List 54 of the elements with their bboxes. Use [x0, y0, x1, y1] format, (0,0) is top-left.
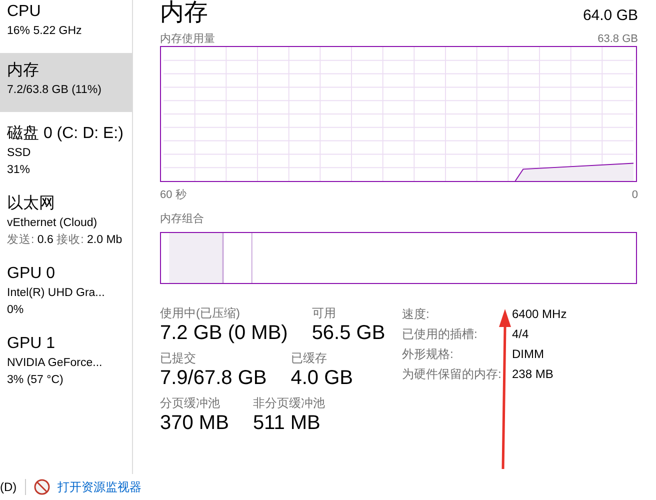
- stat-value: 4.0 GB: [290, 366, 354, 390]
- sidebar-item[interactable]: 磁盘 0 (C: D: E:) SSD 31%: [0, 122, 132, 182]
- item-detail: 31%: [7, 163, 32, 178]
- page-title: 内存: [160, 0, 208, 26]
- stat-value: 7.2 GB (0 MB): [160, 321, 288, 345]
- item-title: 以太网: [7, 194, 56, 214]
- stat-label: 使用中(已压缩): [160, 306, 241, 321]
- sidebar-item[interactable]: GPU 0 Intel(R) UHD Gra... 0%: [0, 262, 132, 322]
- receive-label: 接收:: [56, 234, 84, 246]
- chart-max: 63.8 GB: [598, 32, 638, 46]
- receive-value: 2.0 Mb: [87, 234, 122, 246]
- composition-label: 内存组合: [160, 212, 204, 226]
- total-memory: 64.0 GB: [582, 7, 638, 24]
- send-value: 0.6: [37, 234, 54, 246]
- axis-end: 0: [632, 188, 638, 202]
- stat-value: 7.9/67.8 GB: [160, 366, 267, 390]
- stat-label: 非分页缓冲池: [252, 396, 325, 411]
- sidebar-item[interactable]: 内存 7.2/63.8 GB (11%): [0, 53, 132, 112]
- item-detail: Intel(R) UHD Gra...: [7, 286, 106, 301]
- detail-value: 6400 MHz: [512, 306, 567, 322]
- detail-label: 为硬件保留的内存:: [402, 366, 502, 382]
- item-title: 内存: [7, 61, 40, 81]
- stat-value: 370 MB: [160, 411, 229, 435]
- item-detail: NVIDIA GeForce...: [7, 356, 104, 371]
- resource-monitor-link[interactable]: 打开资源监视器: [58, 478, 142, 496]
- item-detail: 0%: [7, 303, 25, 318]
- sidebar-item[interactable]: CPU 16% 5.22 GHz: [0, 0, 132, 43]
- chart-label: 内存使用量: [160, 32, 215, 46]
- sidebar-item[interactable]: GPU 1 NVIDIA GeForce... 3% (57 °C): [0, 332, 132, 392]
- item-detail: 3% (57 °C): [7, 373, 64, 388]
- item-title: GPU 1: [7, 334, 56, 354]
- detail-value: 4/4: [512, 326, 530, 342]
- fewer-details-button[interactable]: (D): [0, 480, 17, 494]
- item-detail: 16% 5.22 GHz: [7, 24, 83, 39]
- item-title: GPU 0: [7, 264, 56, 284]
- sidebar-item[interactable]: 以太网 vEthernet (Cloud) 发送: 0.6 接收: 2.0 Mb: [0, 192, 132, 252]
- axis-start: 60 秒: [160, 188, 186, 202]
- item-title: 磁盘 0 (C: D: E:): [7, 124, 124, 144]
- detail-value: 238 MB: [512, 366, 554, 382]
- stat-label: 已缓存: [290, 351, 328, 366]
- item-detail: 7.2/63.8 GB (11%): [7, 83, 102, 98]
- item-detail: SSD: [7, 146, 32, 161]
- item-detail: vEthernet (Cloud): [7, 216, 98, 231]
- stat-value: 56.5 GB: [312, 321, 386, 345]
- detail-value: DIMM: [512, 346, 545, 362]
- stat-label: 已提交: [160, 351, 197, 366]
- stat-label: 可用: [312, 306, 337, 321]
- send-label: 发送:: [7, 234, 34, 246]
- stat-value: 511 MB: [252, 411, 322, 435]
- detail-label: 外形规格:: [402, 346, 454, 362]
- item-title: CPU: [7, 2, 42, 22]
- detail-label: 已使用的插槽:: [402, 326, 478, 342]
- detail-label: 速度:: [402, 306, 430, 322]
- stat-label: 分页缓冲池: [160, 396, 221, 411]
